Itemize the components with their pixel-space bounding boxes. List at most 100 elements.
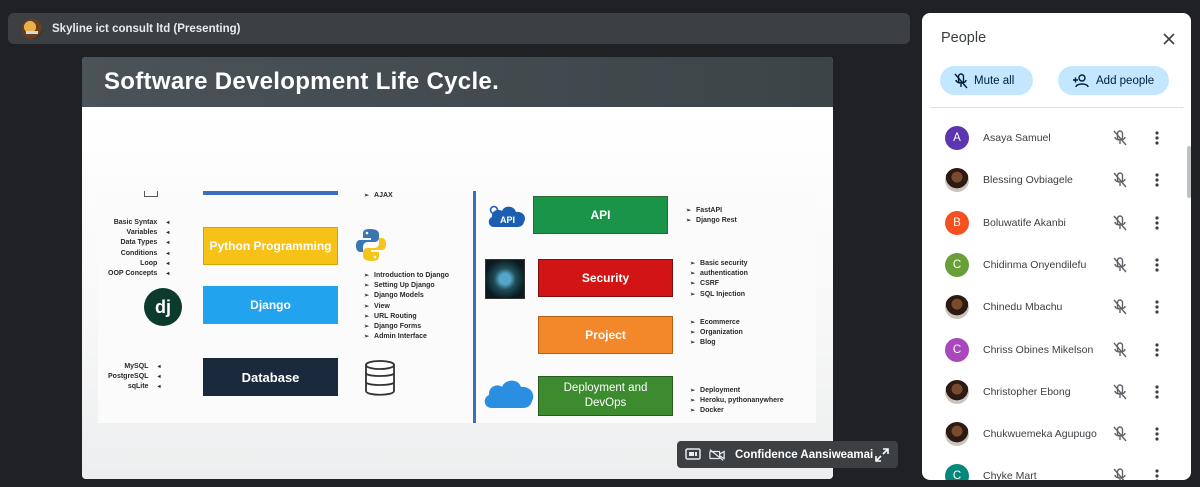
- deploy-topics-list: DeploymentHeroku, pythonanywhereDocker: [690, 386, 784, 417]
- deploy-box: Deployment and DevOps: [538, 376, 673, 416]
- python-logo-icon: [356, 229, 386, 261]
- participant-row[interactable]: Chukwuemeka Agupugo: [922, 413, 1182, 455]
- close-icon: [1163, 33, 1175, 45]
- participant-name: Blessing Ovbiagele: [983, 174, 1073, 187]
- more-options-icon[interactable]: [1154, 384, 1160, 400]
- database-box: Database: [203, 358, 338, 396]
- avatar: [945, 168, 969, 193]
- topic-item: Ecommerce: [690, 318, 743, 328]
- participant-name: Chukwuemeka Agupugo: [983, 428, 1097, 441]
- close-panel-button[interactable]: [1158, 28, 1180, 50]
- mic-off-icon[interactable]: [1113, 299, 1127, 315]
- topic-item: Basic security: [690, 259, 748, 269]
- more-options-icon[interactable]: [1154, 130, 1160, 146]
- avatar: [945, 295, 969, 320]
- presenter-caption: Confidence Aansiweamai: [677, 441, 898, 468]
- more-options-icon[interactable]: [1154, 342, 1160, 358]
- topic-item: Conditions: [108, 249, 169, 259]
- mic-off-icon[interactable]: [1113, 130, 1127, 146]
- slide-header: Software Development Life Cycle.: [82, 57, 833, 107]
- participant-row[interactable]: Christopher Ebong: [922, 371, 1182, 413]
- python-box: Python Programming: [203, 227, 338, 265]
- avatar: C: [945, 464, 969, 480]
- topic-item: CSRF: [690, 279, 748, 289]
- participant-name: Chinedu Mbachu: [983, 301, 1063, 314]
- slide-body: Basic SyntaxVariablesData TypesCondition…: [82, 107, 833, 479]
- participant-scrollbar[interactable]: [1187, 146, 1191, 198]
- topic-item: Variables: [108, 228, 169, 238]
- topic-item: Deployment: [690, 386, 784, 396]
- security-box: Security: [538, 259, 673, 297]
- topic-item: Basic Syntax: [108, 218, 169, 228]
- people-panel-title: People: [941, 30, 987, 46]
- django-box: Django: [203, 286, 338, 324]
- mute-all-button[interactable]: Mute all: [940, 66, 1033, 95]
- presenter-name: Confidence Aansiweamai: [735, 448, 874, 461]
- avatar: B: [945, 210, 969, 235]
- topic-item: Data Types: [108, 238, 169, 248]
- more-options-icon[interactable]: [1154, 468, 1160, 480]
- expand-icon[interactable]: [874, 447, 890, 463]
- database-topics-list: MySQLPostgreSQLsqLite: [108, 362, 160, 393]
- topic-item: Heroku, pythonanywhere: [690, 396, 784, 406]
- participant-row[interactable]: Chinedu Mbachu: [922, 286, 1182, 328]
- participant-row[interactable]: C Chyke Mart: [922, 455, 1182, 480]
- mic-off-icon[interactable]: [1113, 214, 1127, 231]
- participant-name: Chyke Mart: [983, 470, 1037, 480]
- mic-off-icon[interactable]: [1113, 257, 1127, 273]
- add-people-button[interactable]: Add people: [1058, 66, 1169, 95]
- mic-off-icon[interactable]: [1113, 172, 1127, 188]
- participant-row[interactable]: Blessing Ovbiagele: [922, 159, 1182, 201]
- topic-item: Django Models: [364, 291, 449, 301]
- participant-row[interactable]: A Asaya Samuel: [922, 117, 1182, 159]
- shared-screen: Software Development Life Cycle. Basic S…: [82, 57, 833, 479]
- azure-cloud-icon: [484, 380, 534, 408]
- computer-icon: [144, 191, 158, 197]
- security-image-icon: [485, 259, 525, 299]
- mic-off-icon[interactable]: [1113, 341, 1127, 358]
- participant-name: Boluwatife Akanbi: [983, 216, 1066, 229]
- topic-item: sqLite: [108, 382, 160, 392]
- api-cloud-icon: API: [488, 205, 526, 227]
- database-icon: [365, 360, 395, 396]
- more-options-icon[interactable]: [1154, 172, 1160, 188]
- more-options-icon[interactable]: [1154, 257, 1160, 273]
- slide-title: Software Development Life Cycle.: [104, 68, 500, 95]
- meeting-window: Skyline ict consult ltd (Presenting) Sof…: [0, 0, 1200, 487]
- django-logo-icon: dj: [144, 288, 182, 326]
- more-options-icon[interactable]: [1154, 426, 1160, 442]
- django-topics-list: Introduction to DjangoSetting Up DjangoD…: [364, 271, 449, 342]
- topic-item: OOP Concepts: [108, 269, 169, 279]
- mic-off-icon[interactable]: [1113, 384, 1127, 400]
- api-logo-text: API: [500, 215, 515, 225]
- topic-item: AJAX: [364, 191, 393, 201]
- ajax-topics-list: AJAX: [364, 191, 393, 201]
- more-options-icon[interactable]: [1154, 215, 1160, 231]
- presenting-bar: Skyline ict consult ltd (Presenting): [8, 13, 910, 44]
- topic-item: URL Routing: [364, 312, 449, 322]
- topic-item: Organization: [690, 328, 743, 338]
- add-people-label: Add people: [1096, 74, 1155, 87]
- mic-off-icon[interactable]: [1113, 468, 1127, 480]
- presenter-logo-icon: [22, 18, 42, 39]
- more-options-icon[interactable]: [1154, 299, 1160, 315]
- topic-item: Setting Up Django: [364, 281, 449, 291]
- topic-item: Django Rest: [686, 216, 737, 226]
- api-box: API: [533, 196, 668, 234]
- participant-row[interactable]: C Chriss Obines Mikelson: [922, 329, 1182, 371]
- project-box: Project: [538, 316, 673, 354]
- participant-row[interactable]: C Chidinma Onyendilefu: [922, 244, 1182, 286]
- mic-off-icon: [954, 72, 968, 88]
- topic-item: View: [364, 302, 449, 312]
- topic-item: Introduction to Django: [364, 271, 449, 281]
- avatar: C: [945, 252, 969, 277]
- participant-name: Christopher Ebong: [983, 385, 1071, 398]
- mic-off-icon[interactable]: [1113, 426, 1127, 442]
- topic-item: MySQL: [108, 362, 160, 372]
- camera-off-icon: [709, 447, 725, 463]
- participant-row[interactable]: B Boluwatife Akanbi: [922, 202, 1182, 244]
- security-topics-list: Basic securityauthenticationCSRFSQL Inje…: [690, 259, 748, 300]
- topic-item: Blog: [690, 338, 743, 348]
- topic-item: SQL Injection: [690, 290, 748, 300]
- api-topics-list: FastAPIDjango Rest: [686, 206, 737, 226]
